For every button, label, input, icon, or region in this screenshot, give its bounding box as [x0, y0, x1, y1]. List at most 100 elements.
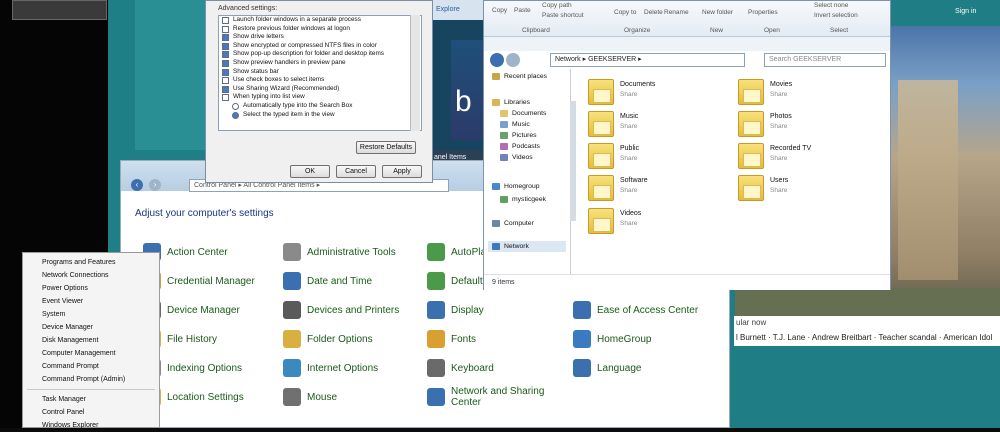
folder-documents[interactable]: Documents Share: [588, 77, 738, 109]
nav-item-homegroup[interactable]: Homegroup: [488, 181, 566, 192]
menu-item-device-manager[interactable]: Device Manager: [23, 321, 159, 334]
cancel-button[interactable]: Cancel: [336, 165, 376, 178]
copy-button[interactable]: Copy: [492, 7, 507, 14]
checkbox[interactable]: [222, 51, 229, 59]
setting-row-show-drive-letters[interactable]: Show drive letters: [219, 33, 421, 42]
nav-item-recent-places[interactable]: Recent places: [488, 71, 566, 82]
back-arrow-icon[interactable]: [490, 53, 504, 67]
start-tile[interactable]: [135, 0, 215, 150]
popular-now-links[interactable]: l Burnett · T.J. Lane · Andrew Breitbart…: [736, 333, 992, 342]
checkbox[interactable]: [222, 59, 229, 67]
folder-public[interactable]: Public Share: [588, 141, 738, 173]
nav-item-podcasts[interactable]: Podcasts: [496, 141, 574, 152]
nav-item-pictures[interactable]: Pictures: [496, 130, 574, 141]
menu-item-command-prompt[interactable]: Command Prompt: [23, 360, 159, 373]
menu-item-disk-management[interactable]: Disk Management: [23, 334, 159, 347]
invert-selection-button[interactable]: Invert selection: [814, 12, 858, 19]
sign-in-link[interactable]: Sign in: [955, 8, 976, 15]
setting-row-launch-folder-windows-in-a-separate-process[interactable]: Launch folder windows in a separate proc…: [219, 16, 421, 25]
select-none-button[interactable]: Select none: [814, 2, 848, 9]
cp-item-date-and-time[interactable]: Date and Time: [283, 270, 372, 292]
setting-row-select-the-typed-item-in-the-view[interactable]: Select the typed item in the view: [219, 111, 421, 120]
cp-item-ease-of-access-center[interactable]: Ease of Access Center: [573, 299, 698, 321]
nav-item-libraries[interactable]: Libraries: [488, 97, 566, 108]
rename-button[interactable]: Rename: [664, 9, 689, 16]
menu-item-network-connections[interactable]: Network Connections: [23, 269, 159, 282]
new-folder-button[interactable]: New folder: [702, 9, 733, 16]
setting-row-show-pop-up-description-for-folder-and-desktop-items[interactable]: Show pop-up description for folder and d…: [219, 50, 421, 59]
nav-scrollbar[interactable]: [570, 101, 576, 221]
explorer-address-bar[interactable]: Network ▸ GEEKSERVER ▸: [550, 53, 745, 67]
checkbox[interactable]: [222, 17, 229, 24]
cp-item-folder-options[interactable]: Folder Options: [283, 328, 373, 350]
setting-row-when-typing-into-list-view[interactable]: When typing into list view: [219, 93, 421, 102]
nav-item-network[interactable]: Network: [488, 241, 566, 252]
menu-item-windows-explorer[interactable]: Windows Explorer: [23, 419, 159, 432]
cp-item-homegroup[interactable]: HomeGroup: [573, 328, 651, 350]
menu-item-computer-management[interactable]: Computer Management: [23, 347, 159, 360]
restore-defaults-button[interactable]: Restore Defaults: [356, 141, 416, 154]
paste-button[interactable]: Paste: [514, 7, 531, 14]
menu-item-power-options[interactable]: Power Options: [23, 282, 159, 295]
folder-software[interactable]: Software Share: [588, 173, 738, 205]
checkbox[interactable]: [222, 42, 229, 50]
cp-item-administrative-tools[interactable]: Administrative Tools: [283, 241, 396, 263]
cp-item-keyboard[interactable]: Keyboard: [427, 357, 494, 379]
checkbox[interactable]: [222, 34, 229, 42]
delete-button[interactable]: Delete: [644, 9, 663, 16]
properties-button[interactable]: Properties: [748, 9, 778, 16]
menu-item-system[interactable]: System: [23, 308, 159, 321]
cp-item-display[interactable]: Display: [427, 299, 484, 321]
folder-music[interactable]: Music Share: [588, 109, 738, 141]
back-button[interactable]: ‹: [131, 179, 143, 191]
setting-row-show-status-bar[interactable]: Show status bar: [219, 68, 421, 77]
nav-item-mysticgeek[interactable]: mysticgeek: [496, 194, 574, 205]
cp-item-devices-and-printers[interactable]: Devices and Printers: [283, 299, 399, 321]
ie-tab-label[interactable]: Explore: [436, 6, 460, 13]
menu-item-event-viewer[interactable]: Event Viewer: [23, 295, 159, 308]
setting-row-automatically-type-into-the-search-box[interactable]: Automatically type into the Search Box: [219, 102, 421, 111]
cp-item-network-and-sharing-center[interactable]: Network and Sharing Center: [427, 386, 551, 408]
nav-item-videos[interactable]: Videos: [496, 152, 574, 163]
copy-to-button[interactable]: Copy to: [614, 9, 636, 16]
forward-button[interactable]: ›: [149, 179, 161, 191]
nav-item-computer[interactable]: Computer: [488, 218, 566, 229]
checkbox[interactable]: [222, 94, 229, 102]
radio-button[interactable]: [232, 102, 239, 110]
checkbox[interactable]: [222, 85, 229, 93]
ribbon-group-organize: Organize: [624, 27, 651, 34]
checkbox[interactable]: [222, 25, 229, 33]
checkbox[interactable]: [222, 77, 229, 85]
setting-row-use-check-boxes-to-select-items[interactable]: Use check boxes to select items: [219, 76, 421, 85]
cp-item-language[interactable]: Language: [573, 357, 642, 379]
explorer-search-input[interactable]: Search GEEKSERVER: [764, 53, 886, 67]
setting-row-use-sharing-wizard-recommended[interactable]: Use Sharing Wizard (Recommended): [219, 85, 421, 94]
setting-row-show-preview-handlers-in-preview-pane[interactable]: Show preview handlers in preview pane: [219, 59, 421, 68]
apply-button[interactable]: Apply: [382, 165, 422, 178]
cp-item-internet-options[interactable]: Internet Options: [283, 357, 378, 379]
menu-item-control-panel[interactable]: Control Panel: [23, 406, 159, 419]
setting-row-show-encrypted-or-compressed-ntfs-files-in-color[interactable]: Show encrypted or compressed NTFS files …: [219, 42, 421, 51]
nav-item-documents[interactable]: Documents: [496, 108, 574, 119]
cp-item-fonts[interactable]: Fonts: [427, 328, 476, 350]
menu-item-programs-and-features[interactable]: Programs and Features: [23, 256, 159, 269]
ok-button[interactable]: OK: [290, 165, 330, 178]
setting-row-restore-previous-folder-windows-at-logon[interactable]: Restore previous folder windows at logon: [219, 25, 421, 34]
menu-item-task-manager[interactable]: Task Manager: [23, 393, 159, 406]
checkbox[interactable]: [222, 68, 229, 76]
copy-path-button[interactable]: Copy path: [542, 2, 572, 9]
folder-videos[interactable]: Videos Share: [588, 206, 738, 238]
folder-movies[interactable]: Movies Share: [738, 77, 888, 109]
radio-button[interactable]: [232, 111, 239, 119]
window-thumbnail[interactable]: [12, 0, 107, 20]
cp-item-autoplay[interactable]: AutoPlay: [427, 241, 491, 263]
folder-recorded-tv[interactable]: Recorded TV Share: [738, 141, 888, 173]
folder-photos[interactable]: Photos Share: [738, 109, 888, 141]
menu-item-command-prompt-admin[interactable]: Command Prompt (Admin): [23, 373, 159, 386]
folder-users[interactable]: Users Share: [738, 173, 888, 205]
paste-shortcut-button[interactable]: Paste shortcut: [542, 12, 584, 19]
advanced-settings-scrollbar[interactable]: [410, 15, 420, 131]
forward-arrow-icon[interactable]: [506, 53, 520, 67]
cp-item-mouse[interactable]: Mouse: [283, 386, 337, 408]
nav-item-music[interactable]: Music: [496, 119, 574, 130]
